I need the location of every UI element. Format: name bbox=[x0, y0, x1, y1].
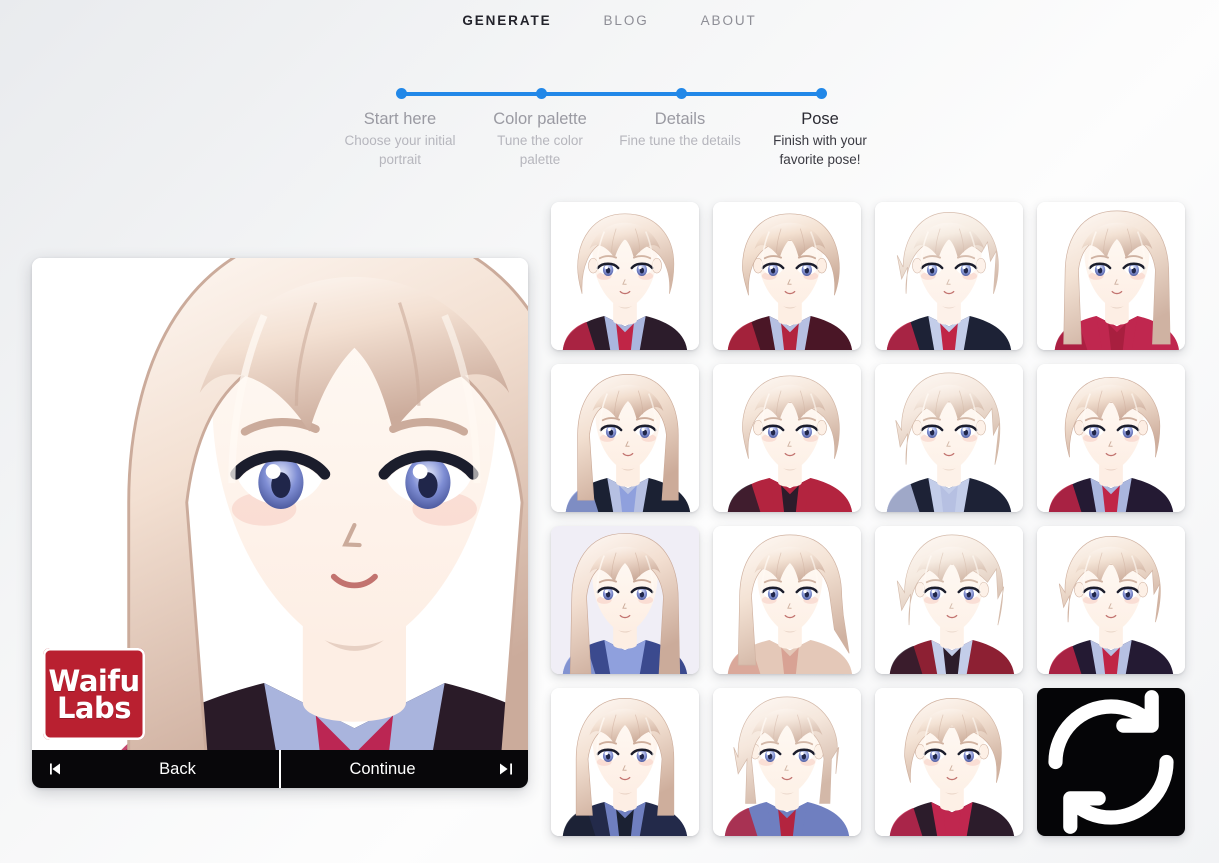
portrait-variation-tile[interactable] bbox=[713, 364, 861, 512]
selected-portrait-card: Waifu Labs Back Continue bbox=[32, 258, 528, 788]
refresh-icon bbox=[1037, 688, 1185, 836]
step-title: Start here bbox=[363, 110, 437, 128]
portrait-variation-tile[interactable] bbox=[1037, 202, 1185, 350]
step-details[interactable]: Details Fine tune the details bbox=[610, 108, 750, 169]
stepper-labels: Start here Choose your initial portrait … bbox=[330, 108, 890, 169]
portrait-variation-tile[interactable] bbox=[551, 202, 699, 350]
stepper-dot-pose[interactable] bbox=[816, 88, 827, 99]
portrait-variation-tile[interactable] bbox=[713, 526, 861, 674]
portrait-variation-tile[interactable] bbox=[875, 688, 1023, 836]
progress-stepper: Start here Choose your initial portrait … bbox=[330, 86, 890, 186]
waifulabs-logo: Waifu Labs bbox=[43, 648, 145, 740]
nav-item-blog[interactable]: BLOG bbox=[604, 13, 649, 28]
portrait-variation-tile[interactable] bbox=[551, 526, 699, 674]
step-description: Tune the color palette bbox=[497, 133, 583, 167]
step-title: Details bbox=[654, 110, 706, 128]
step-title: Color palette bbox=[493, 110, 587, 128]
step-description: Choose your initial portrait bbox=[344, 133, 456, 167]
step-color-palette[interactable]: Color palette Tune the color palette bbox=[470, 108, 610, 169]
stepper-dot-start-here[interactable] bbox=[396, 88, 407, 99]
skip-next-icon bbox=[484, 761, 528, 777]
portrait-variation-tile[interactable] bbox=[875, 526, 1023, 674]
portrait-variation-tile[interactable] bbox=[551, 364, 699, 512]
step-description: Finish with your favorite pose! bbox=[773, 133, 867, 167]
portrait-variation-tile[interactable] bbox=[713, 202, 861, 350]
stepper-dot-details[interactable] bbox=[676, 88, 687, 99]
portrait-variation-tile[interactable] bbox=[713, 688, 861, 836]
step-title: Pose bbox=[801, 110, 839, 128]
nav-item-about[interactable]: ABOUT bbox=[701, 13, 757, 28]
step-description: Fine tune the details bbox=[619, 133, 741, 148]
reroll-button[interactable] bbox=[1037, 688, 1185, 836]
step-pose[interactable]: Pose Finish with your favorite pose! bbox=[750, 108, 890, 169]
portrait-variation-tile[interactable] bbox=[875, 202, 1023, 350]
portrait-controls: Back Continue bbox=[32, 750, 528, 788]
portrait-variation-tile[interactable] bbox=[551, 688, 699, 836]
step-start-here[interactable]: Start here Choose your initial portrait bbox=[330, 108, 470, 169]
nav-item-generate[interactable]: GENERATE bbox=[462, 13, 551, 28]
portrait-variation-tile[interactable] bbox=[1037, 364, 1185, 512]
stepper-line-3 bbox=[686, 92, 826, 96]
back-button-label: Back bbox=[159, 759, 196, 778]
portrait-variation-tile[interactable] bbox=[875, 364, 1023, 512]
portrait-variation-tile[interactable] bbox=[1037, 526, 1185, 674]
skip-previous-icon bbox=[32, 761, 76, 777]
stepper-line-1 bbox=[406, 92, 546, 96]
stepper-line-2 bbox=[546, 92, 686, 96]
stepper-dot-color-palette[interactable] bbox=[536, 88, 547, 99]
top-navigation: GENERATE BLOG ABOUT bbox=[0, 0, 1219, 40]
continue-button-label: Continue bbox=[349, 759, 416, 778]
portrait-variation-grid bbox=[551, 202, 1195, 836]
stepper-track bbox=[330, 86, 890, 102]
back-button[interactable]: Back bbox=[32, 750, 279, 788]
logo-line-2: Labs bbox=[56, 691, 132, 725]
continue-button[interactable]: Continue bbox=[281, 750, 528, 788]
